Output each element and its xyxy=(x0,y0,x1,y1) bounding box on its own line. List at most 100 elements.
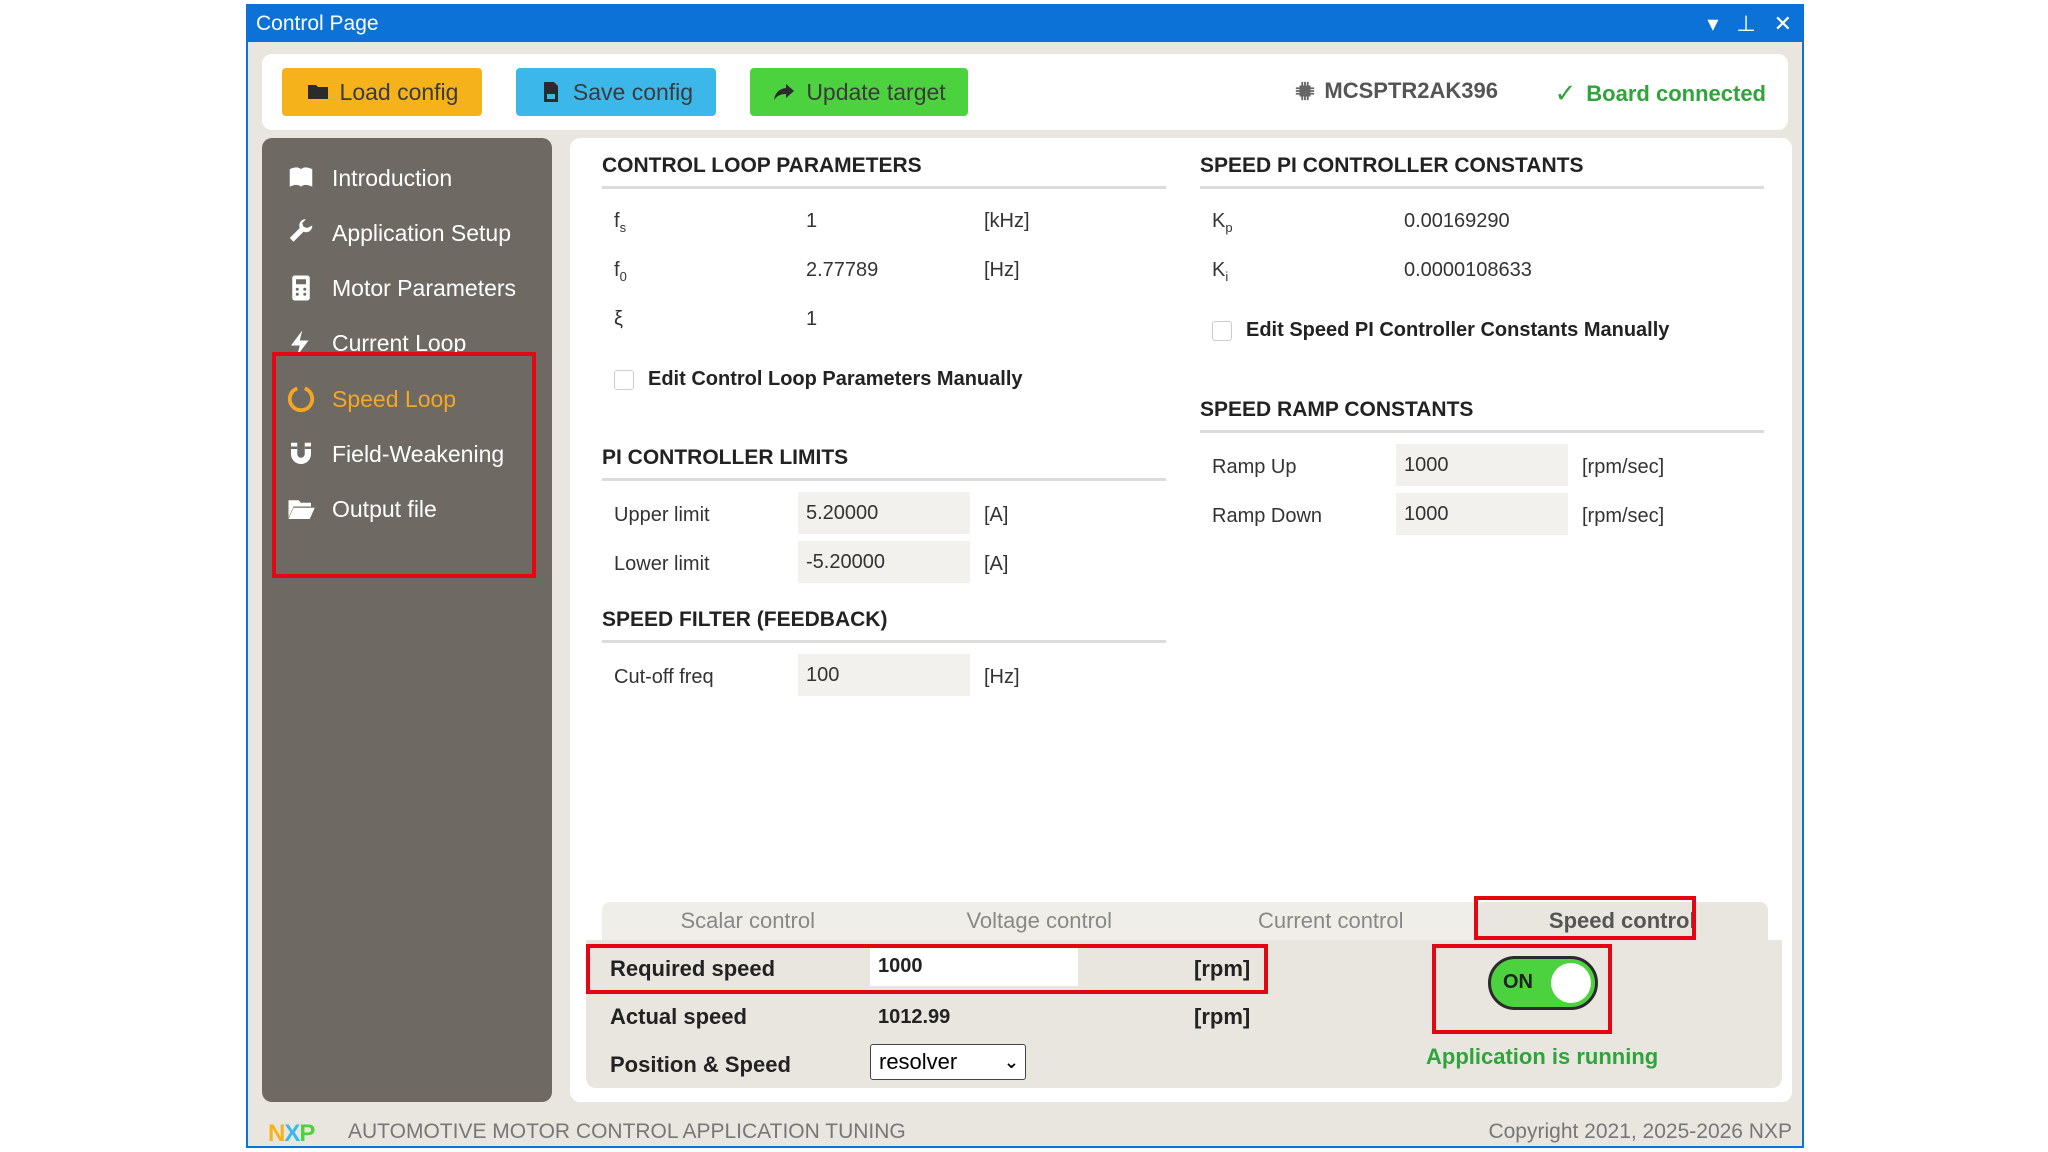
control-loop-title: CONTROL LOOP PARAMETERS xyxy=(602,154,922,177)
edit-control-loop-label: Edit Control Loop Parameters Manually xyxy=(648,368,1023,390)
update-target-label: Update target xyxy=(806,78,946,105)
upper-limit-input[interactable]: 5.20000 xyxy=(798,492,970,534)
checkmark-icon: ✓ xyxy=(1554,78,1577,108)
section-divider xyxy=(602,186,1166,189)
actual-speed-value: 1012.99 xyxy=(878,1006,951,1028)
ramp-title: SPEED RAMP CONSTANTS xyxy=(1200,398,1474,421)
load-config-button[interactable]: Load config xyxy=(282,68,482,116)
ki-value: 0.0000108633 xyxy=(1404,259,1532,281)
sidebar-item-label: Introduction xyxy=(332,164,453,191)
sidebar-item-label: Speed Loop xyxy=(332,385,457,412)
application-status: Application is running xyxy=(1426,1044,1659,1069)
section-divider xyxy=(1200,186,1764,189)
sidebar-item-field-weakening[interactable]: Field-Weakening xyxy=(262,426,552,482)
ramp-up-label: Ramp Up xyxy=(1212,456,1297,478)
sidebar: Introduction Application Setup Motor Par… xyxy=(262,138,552,1102)
tab-current-control[interactable]: Current control xyxy=(1185,902,1477,940)
lower-limit-label: Lower limit xyxy=(614,553,710,575)
update-target-button[interactable]: Update target xyxy=(750,68,968,116)
f0-symbol: f0 xyxy=(614,259,627,284)
sidebar-item-motor-parameters[interactable]: Motor Parameters xyxy=(262,260,552,316)
edit-control-loop-checkbox[interactable] xyxy=(614,370,634,390)
pi-limits-title: PI CONTROLLER LIMITS xyxy=(602,446,849,469)
save-config-button[interactable]: Save config xyxy=(516,68,716,116)
actual-speed-unit: [rpm] xyxy=(1194,1004,1251,1029)
title-bar: Control Page ▾ ⊥ ✕ xyxy=(248,6,1802,42)
nxp-logo: NXP xyxy=(268,1120,315,1147)
edit-speed-pi-checkbox[interactable] xyxy=(1212,321,1232,341)
ramp-down-label: Ramp Down xyxy=(1212,505,1323,527)
book-icon xyxy=(289,167,313,187)
section-divider xyxy=(1200,430,1764,433)
f0-value: 2.77789 xyxy=(806,259,879,281)
cutoff-freq-input[interactable]: 100 xyxy=(798,654,970,696)
main-content: CONTROL LOOP PARAMETERS fs 1 [kHz] f0 2.… xyxy=(570,138,1792,1102)
xi-value: 1 xyxy=(806,308,818,330)
lightning-icon xyxy=(291,330,309,356)
close-icon[interactable]: ✕ xyxy=(1774,6,1792,42)
board-status: ✓ Board connected xyxy=(1554,78,1767,108)
sidebar-item-label: Field-Weakening xyxy=(332,440,505,467)
ramp-up-unit: [rpm/sec] xyxy=(1582,456,1665,478)
tab-voltage-control[interactable]: Voltage control xyxy=(894,902,1186,940)
sidebar-item-application-setup[interactable]: Application Setup xyxy=(262,205,552,261)
f0-unit: [Hz] xyxy=(984,259,1020,281)
fs-value: 1 xyxy=(806,210,818,232)
cutoff-freq-unit: [Hz] xyxy=(984,666,1020,688)
ki-symbol: Ki xyxy=(1212,259,1229,284)
wrench-icon xyxy=(289,219,313,242)
section-divider xyxy=(602,478,1166,481)
chip-icon xyxy=(1296,81,1315,101)
position-speed-select[interactable]: resolver ⌄ xyxy=(870,1044,1026,1080)
ramp-down-unit: [rpm/sec] xyxy=(1582,505,1665,527)
xi-symbol: ξ xyxy=(614,308,623,330)
kp-symbol: Kp xyxy=(1212,210,1233,235)
save-icon xyxy=(543,82,558,102)
kp-value: 0.00169290 xyxy=(1404,210,1510,232)
window-title: Control Page xyxy=(256,12,379,35)
sidebar-item-label: Motor Parameters xyxy=(332,274,517,301)
dropdown-icon[interactable]: ▾ xyxy=(1707,6,1718,42)
share-arrow-icon xyxy=(774,84,795,100)
calculator-icon xyxy=(292,275,310,301)
sidebar-item-introduction[interactable]: Introduction xyxy=(262,150,552,206)
folder-icon xyxy=(307,85,328,99)
speed-control-panel: Required speed 1000 [rpm] Actual speed 1… xyxy=(586,940,1782,1088)
lower-limit-input[interactable]: -5.20000 xyxy=(798,541,970,583)
sidebar-item-speed-loop[interactable]: Speed Loop xyxy=(262,371,552,427)
control-page-window: Control Page ▾ ⊥ ✕ Load config Save conf… xyxy=(246,4,1804,1148)
tab-speed-control[interactable]: Speed control xyxy=(1476,902,1768,940)
speed-pi-title: SPEED PI CONTROLLER CONSTANTS xyxy=(1200,154,1584,177)
section-divider xyxy=(602,640,1166,643)
position-speed-label: Position & Speed xyxy=(610,1052,791,1077)
load-config-label: Load config xyxy=(339,78,459,105)
required-speed-unit: [rpm] xyxy=(1194,956,1251,981)
copyright: Copyright 2021, 2025-2026 NXP xyxy=(1488,1120,1792,1143)
sidebar-item-current-loop[interactable]: Current Loop xyxy=(262,315,552,371)
circle-notch-icon xyxy=(287,386,315,413)
chevron-down-icon: ⌄ xyxy=(1003,1052,1019,1072)
toggle-knob xyxy=(1551,963,1591,1003)
fs-symbol: fs xyxy=(614,210,627,235)
sidebar-item-label: Output file xyxy=(332,495,437,522)
cutoff-freq-label: Cut-off freq xyxy=(614,666,714,688)
application-toggle[interactable]: ON xyxy=(1488,956,1598,1010)
ramp-up-input[interactable]: 1000 xyxy=(1396,444,1568,486)
required-speed-input[interactable]: 1000 xyxy=(870,946,1078,986)
speed-filter-title: SPEED FILTER (FEEDBACK) xyxy=(602,608,888,631)
magnet-icon xyxy=(291,442,311,464)
control-mode-tabs: Scalar control Voltage control Current c… xyxy=(602,902,1768,940)
sidebar-item-label: Application Setup xyxy=(332,219,512,246)
sidebar-item-output-file[interactable]: Output file xyxy=(262,481,552,537)
app-name: AUTOMOTIVE MOTOR CONTROL APPLICATION TUN… xyxy=(348,1120,906,1143)
upper-limit-label: Upper limit xyxy=(614,504,710,526)
ramp-down-input[interactable]: 1000 xyxy=(1396,493,1568,535)
required-speed-label: Required speed xyxy=(610,956,776,981)
pin-icon[interactable]: ⊥ xyxy=(1736,6,1755,42)
sidebar-item-label: Current Loop xyxy=(332,329,467,356)
actual-speed-label: Actual speed xyxy=(610,1004,747,1029)
fs-unit: [kHz] xyxy=(984,210,1030,232)
save-config-label: Save config xyxy=(572,78,694,105)
tab-scalar-control[interactable]: Scalar control xyxy=(602,902,894,940)
board-id: MCSPTR2AK396 xyxy=(1294,78,1498,104)
